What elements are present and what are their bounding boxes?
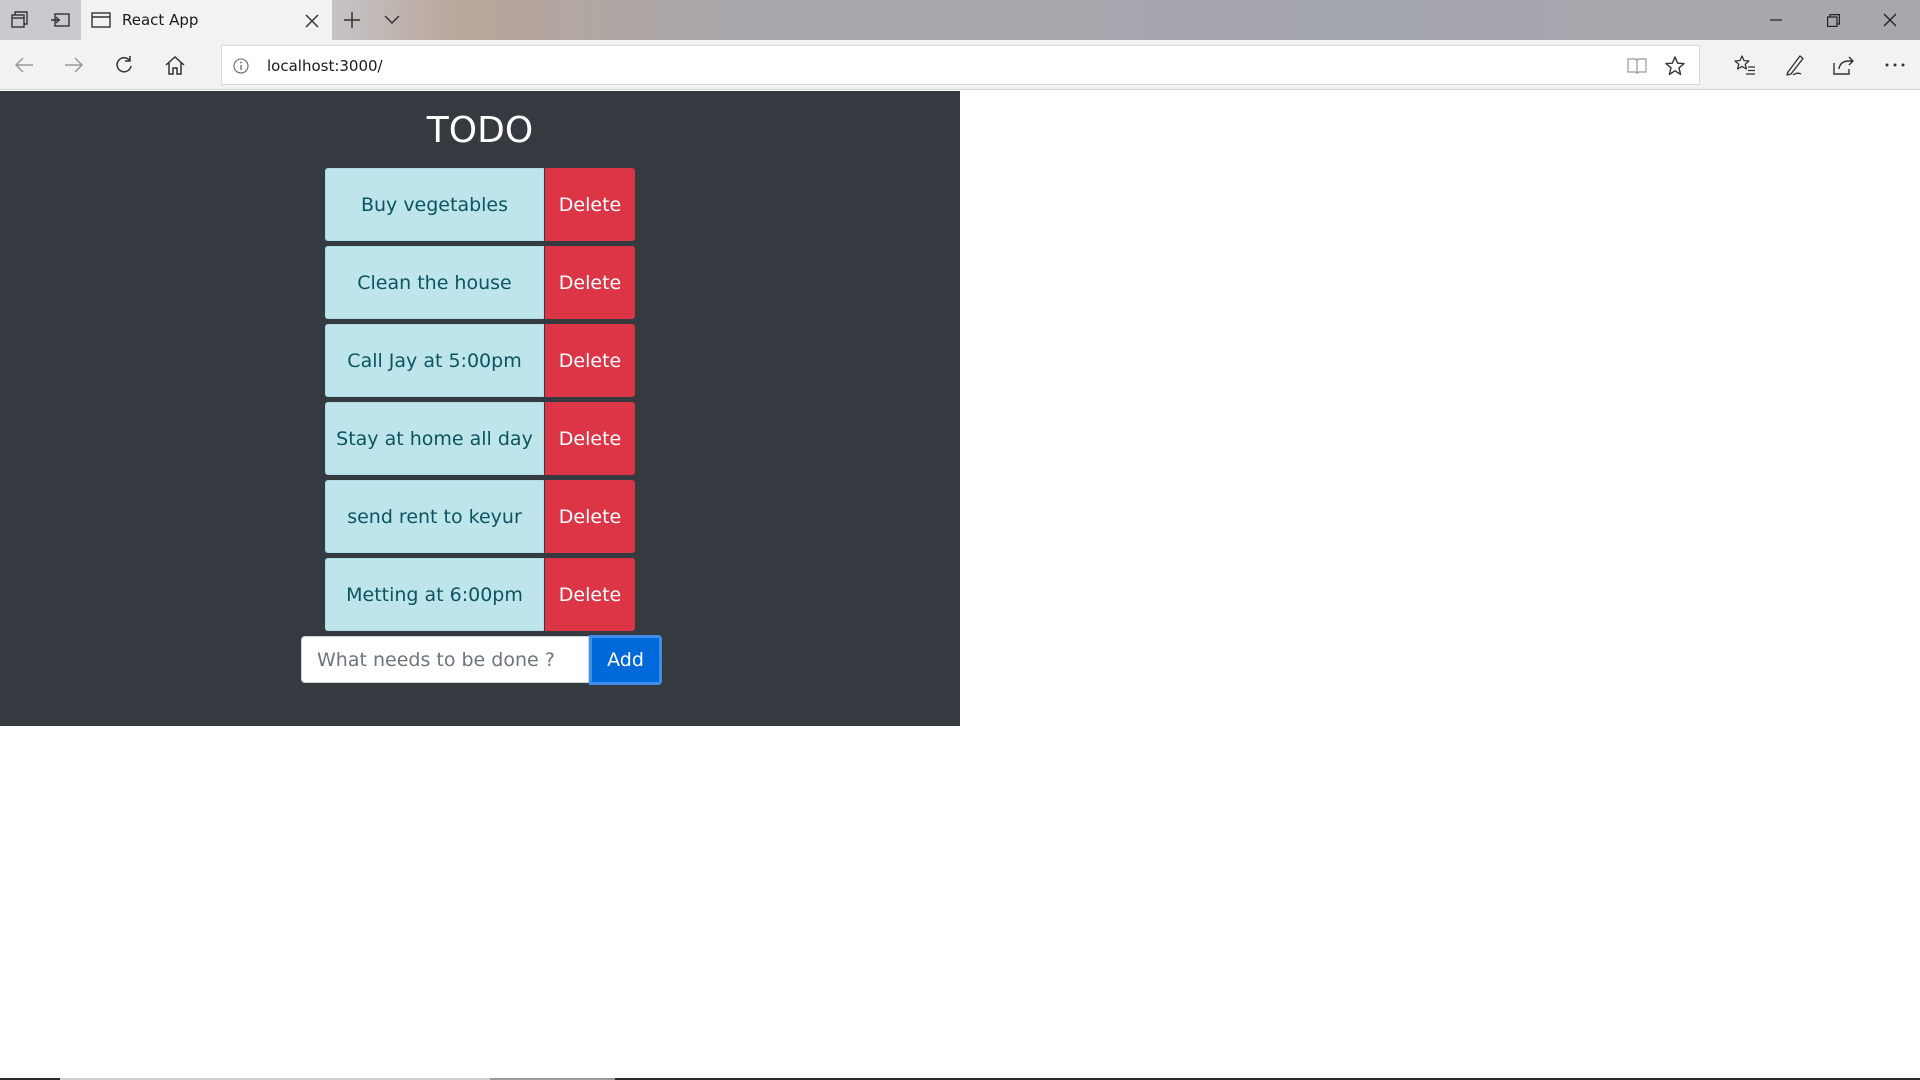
delete-button[interactable]: Delete <box>545 168 635 241</box>
new-todo-input[interactable] <box>301 636 589 683</box>
forward-arrow-icon[interactable] <box>54 45 94 85</box>
delete-button[interactable]: Delete <box>545 480 635 553</box>
delete-button[interactable]: Delete <box>545 402 635 475</box>
add-button[interactable]: Add <box>589 635 662 685</box>
share-icon[interactable] <box>1824 45 1864 85</box>
reading-view-icon[interactable] <box>1625 54 1649 78</box>
more-icon[interactable] <box>1875 45 1915 85</box>
restore-icon[interactable] <box>1805 0 1861 40</box>
delete-button[interactable]: Delete <box>545 558 635 631</box>
back-arrow-icon[interactable] <box>4 45 44 85</box>
delete-button[interactable]: Delete <box>545 246 635 319</box>
todo-text: send rent to keyur <box>325 480 544 553</box>
plus-icon[interactable] <box>332 0 372 40</box>
todo-item: Stay at home all day Delete <box>325 402 635 475</box>
page-icon <box>91 10 111 30</box>
favorites-list-icon[interactable] <box>1725 45 1765 85</box>
home-icon[interactable] <box>155 45 195 85</box>
star-icon[interactable] <box>1663 54 1687 78</box>
todo-item: send rent to keyur Delete <box>325 480 635 553</box>
page-viewport: TODO Buy vegetables Delete Clean the hou… <box>0 91 1920 1076</box>
url-text[interactable]: localhost:3000/ <box>267 56 383 76</box>
info-icon[interactable] <box>230 55 252 77</box>
browser-toolbar: localhost:3000/ <box>0 40 1920 90</box>
refresh-icon[interactable] <box>104 45 144 85</box>
address-bar[interactable]: localhost:3000/ <box>221 45 1700 85</box>
todo-text: Buy vegetables <box>325 168 544 241</box>
todo-item: Metting at 6:00pm Delete <box>325 558 635 631</box>
add-todo-form: Add <box>301 635 662 685</box>
delete-button[interactable]: Delete <box>545 324 635 397</box>
set-aside-tabs-icon[interactable] <box>40 0 80 40</box>
todo-app: TODO Buy vegetables Delete Clean the hou… <box>0 91 960 726</box>
todo-item: Buy vegetables Delete <box>325 168 635 241</box>
close-icon[interactable] <box>1862 0 1918 40</box>
tab-react-app[interactable]: React App <box>81 0 332 40</box>
tab-actions-icon[interactable] <box>0 0 40 40</box>
tab-title: React App <box>122 11 199 29</box>
page-title: TODO <box>426 110 534 151</box>
chevron-down-icon[interactable] <box>372 0 412 40</box>
todo-item: Clean the house Delete <box>325 246 635 319</box>
todo-text: Stay at home all day <box>325 402 544 475</box>
browser-tab-strip: React App <box>0 0 1920 40</box>
pen-icon[interactable] <box>1775 45 1815 85</box>
todo-text: Metting at 6:00pm <box>325 558 544 631</box>
minimize-icon[interactable] <box>1748 0 1804 40</box>
todo-text: Call Jay at 5:00pm <box>325 324 544 397</box>
todo-text: Clean the house <box>325 246 544 319</box>
close-icon[interactable] <box>299 8 325 34</box>
todo-item: Call Jay at 5:00pm Delete <box>325 324 635 397</box>
